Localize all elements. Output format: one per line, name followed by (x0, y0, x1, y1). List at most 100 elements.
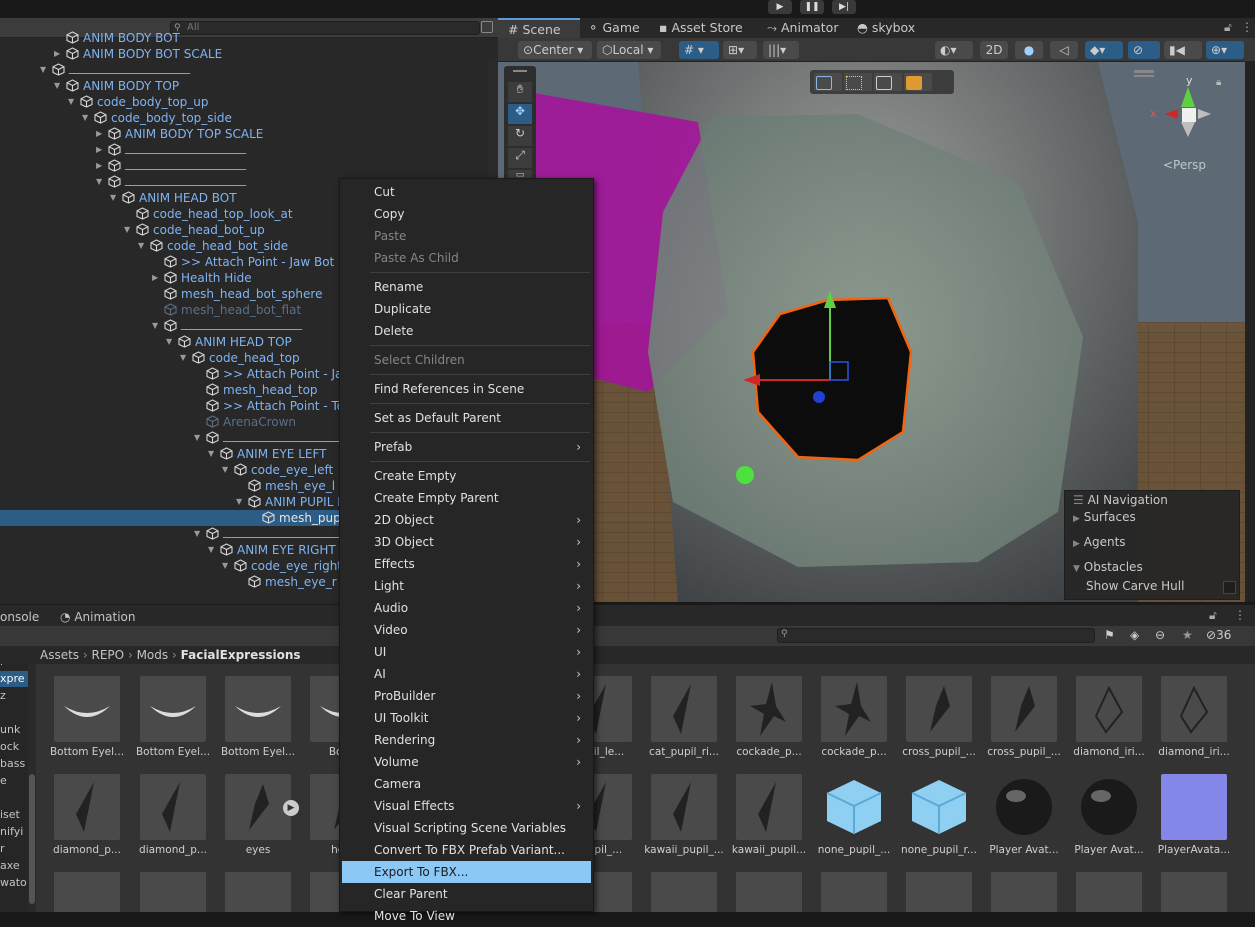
lock-icon[interactable]: 🔓︎ (1224, 20, 1232, 35)
asset-tile[interactable]: Player Avat... (981, 762, 1061, 856)
hierarchy-row[interactable]: ▶ ANIM BODY TOP SCALE (0, 126, 498, 142)
effects-toggle[interactable]: ◆▾ (1085, 41, 1123, 59)
ai-nav-obstacles[interactable]: ▼ Obstacles (1073, 560, 1143, 574)
grid-snap-button[interactable]: # ▾ (679, 41, 719, 59)
menu-item-duplicate[interactable]: Duplicate (342, 298, 591, 320)
hierarchy-row[interactable]: ▼ code_body_top_side (0, 110, 498, 126)
rotate-tool-icon[interactable]: ↻ (508, 126, 532, 146)
cube-tool-icon[interactable] (816, 76, 832, 90)
expand-arrow-icon[interactable]: ▶ (54, 46, 64, 62)
menu-item-light[interactable]: Light › (342, 575, 591, 597)
menu-item-rename[interactable]: Rename (342, 276, 591, 298)
asset-tile[interactable] (906, 872, 972, 912)
asset-tile[interactable]: kawaii_pupil... (726, 762, 806, 856)
audio-toggle[interactable]: ◁ (1050, 41, 1078, 59)
project-folder-item[interactable]: unk (0, 722, 28, 738)
hierarchy-row[interactable]: ANIM BODY BOT (0, 30, 498, 46)
breadcrumb-facialexpressions[interactable]: FacialExpressions (181, 648, 301, 662)
play-button[interactable]: ▶ (768, 0, 792, 14)
ai-nav-title-row[interactable]: ☰ AI Navigation (1073, 493, 1168, 507)
ai-nav-surfaces[interactable]: ▶ Surfaces (1073, 510, 1136, 524)
face-tool-icon[interactable] (906, 76, 922, 90)
play-preview-icon[interactable]: ▶ (283, 800, 299, 816)
collapse-arrow-icon[interactable]: ▼ (180, 350, 190, 366)
asset-tile[interactable]: Bottom Eyel... (130, 664, 210, 758)
menu-item-camera[interactable]: Camera (342, 773, 591, 795)
show-carve-hull-checkbox[interactable] (1223, 581, 1236, 594)
collapse-arrow-icon[interactable]: ▼ (40, 62, 50, 78)
asset-tile[interactable] (1076, 872, 1142, 912)
collapse-arrow-icon[interactable]: ▼ (96, 174, 106, 190)
expand-arrow-icon[interactable]: ▶ (96, 126, 106, 142)
asset-tile[interactable]: cockade_p... (726, 664, 806, 758)
collapse-arrow-icon[interactable]: ▼ (208, 542, 218, 558)
menu-item-volume[interactable]: Volume › (342, 751, 591, 773)
collapse-arrow-icon[interactable]: ▼ (222, 558, 232, 574)
collapse-arrow-icon[interactable]: ▼ (222, 462, 232, 478)
menu-item-rendering[interactable]: Rendering › (342, 729, 591, 751)
hierarchy-row[interactable]: ▼ ANIM BODY TOP (0, 78, 498, 94)
gizmo-lock-icon[interactable]: 🔒︎ (1216, 77, 1221, 88)
menu-item-effects[interactable]: Effects › (342, 553, 591, 575)
breadcrumb-mods[interactable]: Mods (137, 648, 169, 662)
tab-scene[interactable]: # Scene (498, 18, 580, 38)
menu-item-3d-object[interactable]: 3D Object › (342, 531, 591, 553)
menu-item-prefab[interactable]: Prefab › (342, 436, 591, 458)
hand-tool-icon[interactable]: ✋︎ (508, 82, 532, 102)
menu-item-2d-object[interactable]: 2D Object › (342, 509, 591, 531)
asset-tile[interactable]: diamond_iri... (1066, 664, 1146, 758)
tab-console[interactable]: onsole (0, 608, 39, 626)
collapse-arrow-icon[interactable]: ▼ (236, 494, 246, 510)
hidden-objects-toggle[interactable]: ⊘ (1128, 41, 1160, 59)
project-folder-item[interactable] (0, 790, 28, 806)
tab-animation[interactable]: ◔ Animation (60, 608, 136, 626)
collapse-arrow-icon[interactable]: ▼ (110, 190, 120, 206)
menu-item-ui-toolkit[interactable]: UI Toolkit › (342, 707, 591, 729)
asset-tile[interactable] (140, 872, 206, 912)
lighting-toggle[interactable]: ● (1015, 41, 1043, 59)
collapse-arrow-icon[interactable]: ▼ (194, 526, 204, 542)
project-folder-item[interactable]: ock (0, 739, 28, 755)
step-button[interactable]: ▶| (832, 0, 856, 14)
asset-tile[interactable]: none_pupil_r... (896, 762, 977, 856)
hierarchy-row[interactable]: ▶ ________________________ (0, 156, 498, 174)
asset-tile[interactable] (736, 872, 802, 912)
expand-arrow-icon[interactable]: ▶ (96, 158, 106, 174)
menu-item-set-as-default-parent[interactable]: Set as Default Parent (342, 407, 591, 429)
favorite-star-icon[interactable]: ★ (1182, 628, 1193, 642)
gizmos-dropdown[interactable]: ⊕▾ (1206, 41, 1244, 59)
menu-item-create-empty[interactable]: Create Empty (342, 465, 591, 487)
menu-item-delete[interactable]: Delete (342, 320, 591, 342)
tab-skybox[interactable]: ◓ skybox (857, 18, 915, 38)
menu-item-create-empty-parent[interactable]: Create Empty Parent (342, 487, 591, 509)
project-folder-item[interactable]: nifyi (0, 824, 28, 840)
asset-tile[interactable]: cockade_p... (811, 664, 891, 758)
menu-item-audio[interactable]: Audio › (342, 597, 591, 619)
asset-tile[interactable]: none_pupil_... (811, 762, 891, 856)
tab-animator[interactable]: ⤳ Animator (767, 18, 838, 38)
snap-increment-button[interactable]: ⊞▾ (723, 41, 757, 59)
asset-tile[interactable]: diamond_iri... (1151, 664, 1231, 758)
asset-tile[interactable]: kawaii_pupil_... (641, 762, 724, 856)
collapse-arrow-icon[interactable]: ▼ (194, 430, 204, 446)
asset-tile[interactable]: cross_pupil_... (896, 664, 976, 758)
project-folder-item[interactable]: axe (0, 858, 28, 874)
tab-game[interactable]: ⚬ Game (586, 18, 640, 38)
menu-item-export-to-fbx[interactable]: Export To FBX... (342, 861, 591, 883)
asset-tile[interactable] (54, 872, 120, 912)
asset-tile[interactable]: PlayerAvata... (1151, 762, 1231, 856)
warning-icon[interactable]: ⊖ (1155, 628, 1165, 642)
asset-tile[interactable]: Bottom Eyel... (44, 664, 124, 758)
menu-item-video[interactable]: Video › (342, 619, 591, 641)
asset-tile[interactable] (1161, 872, 1227, 912)
menu-item-move-to-view[interactable]: Move To View (342, 905, 591, 927)
ai-nav-agents[interactable]: ▶ Agents (1073, 535, 1126, 549)
menu-item-ui[interactable]: UI › (342, 641, 591, 663)
perspective-label[interactable]: <Persp (1163, 158, 1206, 172)
menu-item-probuilder[interactable]: ProBuilder › (342, 685, 591, 707)
project-folder-item[interactable]: r (0, 664, 28, 670)
project-folder-item[interactable]: z (0, 688, 28, 704)
asset-tile[interactable]: Player Avat... (1066, 762, 1146, 856)
asset-tile[interactable] (225, 872, 291, 912)
project-folder-item[interactable]: wato (0, 875, 28, 891)
